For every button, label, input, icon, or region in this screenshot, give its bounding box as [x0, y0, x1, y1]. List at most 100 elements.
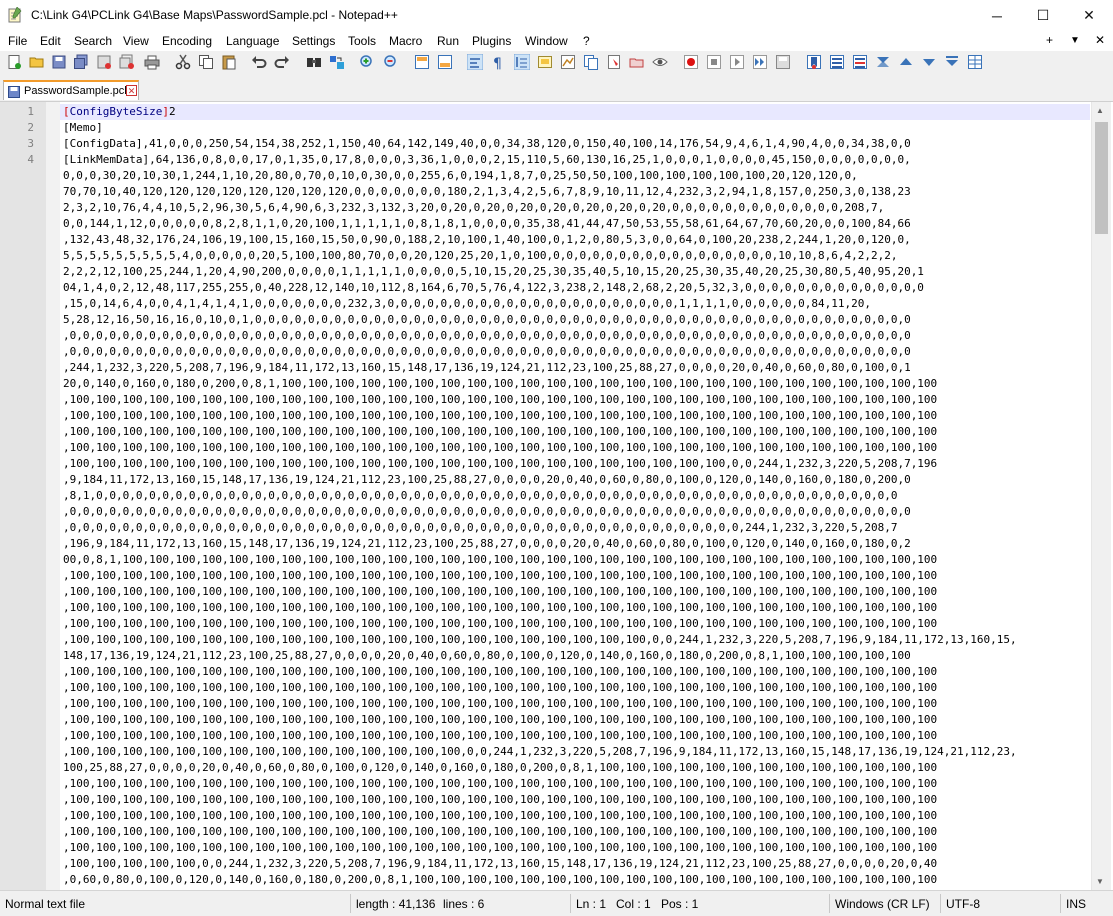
folder-workspace-icon[interactable]	[606, 54, 622, 70]
wrapped-row: ,15,0,14,6,4,0,0,4,1,4,1,4,1,0,0,0,0,0,0…	[63, 297, 871, 310]
wrapped-row: ,100,100,100,100,100,100,100,100,100,100…	[63, 729, 938, 742]
copy-icon[interactable]	[198, 54, 214, 70]
stop-recording-icon[interactable]	[706, 54, 722, 70]
wrapped-row: ,9,184,11,172,13,160,15,148,17,136,19,12…	[63, 473, 911, 486]
menu-file[interactable]: File	[8, 34, 27, 48]
vertical-scrollbar[interactable]: ▲ ▼	[1091, 102, 1111, 890]
bookmark-icon[interactable]	[806, 54, 822, 70]
wrapped-row: 0,0,144,1,12,0,0,0,0,0,8,2,8,1,1,0,20,10…	[63, 217, 911, 230]
paste-icon[interactable]	[221, 54, 237, 70]
indent-guide-icon[interactable]	[514, 54, 530, 70]
line-number: 2	[27, 121, 34, 134]
wrapped-row: ,100,100,100,100,100,100,100,100,100,100…	[63, 697, 938, 710]
menu-run[interactable]: Run	[437, 34, 459, 48]
menu-view[interactable]: View	[123, 34, 149, 48]
status-col: Col : 1	[616, 897, 651, 911]
save-all-icon[interactable]	[73, 54, 89, 70]
wrapped-row: ,8,1,0,0,0,0,0,0,0,0,0,0,0,0,0,0,0,0,0,0…	[63, 489, 898, 502]
minimize-button[interactable]: ─	[974, 0, 1020, 31]
menu-plugins[interactable]: Plugins	[472, 34, 511, 48]
wrapped-row: 0,0,0,30,20,10,30,1,244,1,10,20,80,0,70,…	[63, 169, 858, 182]
status-insert-mode: INS	[1066, 897, 1087, 911]
new-file-icon[interactable]	[6, 54, 22, 70]
cut-icon[interactable]	[175, 54, 191, 70]
monitoring-icon[interactable]	[629, 54, 645, 70]
doc-list-icon[interactable]	[829, 54, 845, 70]
wrapped-row: ,0,0,0,0,0,0,0,0,0,0,0,0,0,0,0,0,0,0,0,0…	[63, 505, 911, 518]
menu-macro[interactable]: Macro	[389, 34, 422, 48]
menu-window[interactable]: Window	[525, 34, 568, 48]
zoom-out-icon[interactable]	[383, 54, 399, 70]
wrapped-row: ,100,100,100,100,100,100,100,100,100,100…	[63, 745, 1017, 758]
tab-password-sample[interactable]: PasswordSample.pcl ✕	[3, 80, 139, 100]
wrapped-row: 20,0,140,0,160,0,180,0,200,0,8,1,100,100…	[63, 377, 938, 390]
print-icon[interactable]	[144, 54, 160, 70]
zoom-in-icon[interactable]	[359, 54, 375, 70]
text-editor[interactable]: 1 2 3 4 [ConfigByteSize]2 [Memo] [Config…	[0, 102, 1113, 890]
panel-icon[interactable]	[967, 54, 983, 70]
new-tab-icon[interactable]: +	[1046, 33, 1053, 47]
menu-tools[interactable]: Tools	[348, 34, 376, 48]
redo-icon[interactable]	[274, 54, 290, 70]
wrapped-row: ,100,100,100,100,100,100,100,100,100,100…	[63, 793, 938, 806]
wrapped-row: ,100,100,100,100,100,100,100,100,100,100…	[63, 777, 938, 790]
chevron-down-icon[interactable]: ▼	[1070, 35, 1080, 46]
eye-icon[interactable]	[652, 54, 668, 70]
up-arrow-icon[interactable]	[898, 54, 914, 70]
status-separator	[1060, 894, 1061, 913]
fold-all-icon[interactable]	[875, 54, 891, 70]
save-macro-icon[interactable]	[775, 54, 791, 70]
menu-help[interactable]: ?	[583, 34, 590, 48]
close-icon[interactable]	[96, 54, 112, 70]
code-line: [Memo]	[63, 121, 103, 134]
close-window-button[interactable]: ✕	[1066, 0, 1112, 31]
maximize-button[interactable]: ☐	[1020, 0, 1066, 31]
code-line-wrapped: [LinkMemData],64,136,0,8,0,0,17,0,1,35,0…	[63, 152, 1088, 888]
down-arrow-icon[interactable]	[921, 54, 937, 70]
status-length: length : 41,136	[356, 897, 436, 911]
save-icon[interactable]	[51, 54, 67, 70]
document-map-icon[interactable]	[560, 54, 576, 70]
menu-language[interactable]: Language	[226, 34, 279, 48]
scroll-down-icon[interactable]: ▼	[1096, 877, 1104, 886]
wrapped-row: ,132,43,48,32,176,24,106,19,100,15,160,1…	[63, 233, 911, 246]
menu-settings[interactable]: Settings	[292, 34, 335, 48]
unfold-all-icon[interactable]	[944, 54, 960, 70]
title-bar: C:\Link G4\PCLink G4\Base Maps\PasswordS…	[0, 0, 1113, 31]
wrapped-row: ,100,100,100,100,100,100,100,100,100,100…	[63, 681, 938, 694]
line-number: 1	[27, 105, 34, 118]
status-separator	[350, 894, 351, 913]
wrapped-row: ,100,100,100,100,100,100,100,100,100,100…	[63, 841, 938, 854]
function-list-icon[interactable]	[583, 54, 599, 70]
run-macro-multiple-icon[interactable]	[752, 54, 768, 70]
menu-encoding[interactable]: Encoding	[162, 34, 212, 48]
find-icon[interactable]	[306, 54, 322, 70]
open-file-icon[interactable]	[29, 54, 45, 70]
start-recording-icon[interactable]	[683, 54, 699, 70]
user-defined-language-icon[interactable]	[537, 54, 553, 70]
sync-horizontal-icon[interactable]	[437, 54, 453, 70]
doc-switcher-icon[interactable]	[852, 54, 868, 70]
close-all-icon[interactable]	[119, 54, 135, 70]
show-all-chars-icon[interactable]: ¶	[490, 54, 506, 70]
wrapped-row: 04,1,4,0,2,12,48,117,255,255,0,40,228,12…	[63, 281, 924, 294]
close-document-icon[interactable]: ✕	[1095, 33, 1105, 47]
menu-search[interactable]: Search	[74, 34, 112, 48]
scroll-up-icon[interactable]: ▲	[1096, 106, 1104, 115]
scrollbar-thumb[interactable]	[1095, 122, 1108, 234]
wrapped-row: ,100,100,100,100,100,100,100,100,100,100…	[63, 617, 938, 630]
saved-file-icon	[8, 86, 20, 98]
sync-vertical-icon[interactable]	[414, 54, 430, 70]
wrapped-row: 5,5,5,5,5,5,5,5,5,4,0,0,0,0,0,20,5,100,1…	[63, 249, 898, 262]
wrapped-row: 5,28,12,16,50,16,16,0,10,0,1,0,0,0,0,0,0…	[63, 313, 911, 326]
tab-close-icon[interactable]: ✕	[126, 85, 137, 96]
replace-icon[interactable]	[329, 54, 345, 70]
wrapped-row: ,100,100,100,100,100,100,100,100,100,100…	[63, 425, 938, 438]
word-wrap-icon[interactable]	[467, 54, 483, 70]
menu-edit[interactable]: Edit	[40, 34, 61, 48]
wrapped-row: ,100,100,100,100,100,100,100,100,100,100…	[63, 457, 938, 470]
playback-icon[interactable]	[729, 54, 745, 70]
undo-icon[interactable]	[251, 54, 267, 70]
wrapped-row: ,100,100,100,100,100,100,100,100,100,100…	[63, 393, 938, 406]
wrapped-row: ,100,100,100,100,100,100,100,100,100,100…	[63, 809, 938, 822]
